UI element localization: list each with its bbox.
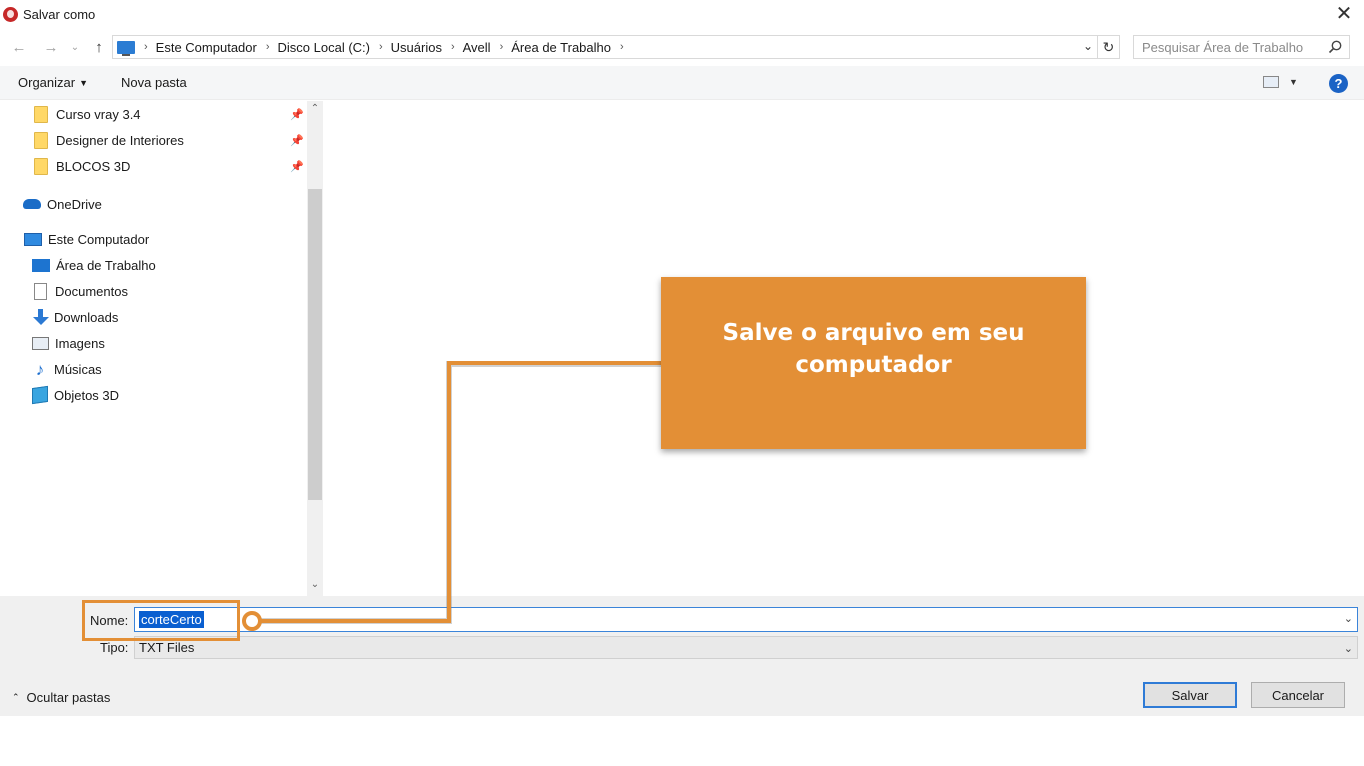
file-name-highlight: [82, 600, 240, 641]
callout-text: Salve o arquivo em seu computador: [722, 319, 1025, 378]
tutorial-callout: Salve o arquivo em seu computador: [661, 277, 1086, 449]
